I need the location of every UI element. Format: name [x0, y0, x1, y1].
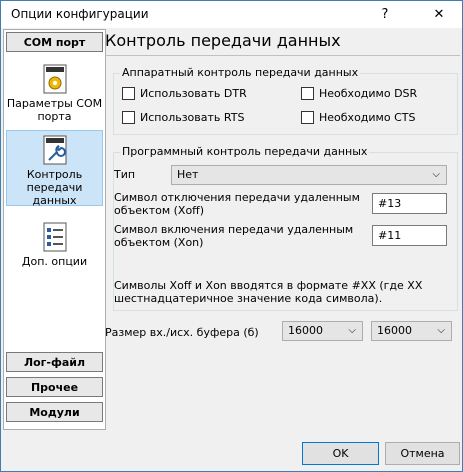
settings-doc-icon: [43, 64, 66, 94]
help-button[interactable]: ?: [363, 1, 407, 28]
window-title: Опции конфигурации: [11, 7, 149, 21]
input-buffer-select[interactable]: 16000 ⌵: [282, 321, 363, 341]
chevron-down-icon: ⌵: [348, 325, 356, 336]
checkbox-box[interactable]: [301, 87, 314, 100]
close-button[interactable]: ✕: [417, 1, 461, 28]
sidebar-item-extra-options[interactable]: Доп. опции: [6, 218, 103, 272]
sidebar-other-button[interactable]: Прочее: [6, 377, 103, 397]
checkbox-box[interactable]: [122, 111, 135, 124]
sidebar-item-flow-control[interactable]: Контроль передачи данных: [6, 130, 103, 207]
options-list-icon: [43, 222, 66, 252]
output-buffer-select[interactable]: 16000 ⌵: [371, 321, 452, 341]
need-cts-checkbox[interactable]: Необходимо CTS: [301, 111, 415, 124]
sidebar-item-com-params[interactable]: Параметры COM порта: [6, 60, 103, 128]
checkbox-label: Использовать RTS: [140, 111, 245, 124]
buffer-size-label: Размер вх./исх. буфера (б): [105, 326, 259, 339]
xon-label: Символ включения передачи удаленным объе…: [114, 223, 354, 249]
xoff-input[interactable]: #13: [372, 193, 447, 214]
sidebar-item-label: Параметры COM порта: [6, 97, 103, 123]
xoff-label: Символ отключения передачи удаленным объ…: [114, 191, 360, 217]
input-buffer-value: 16000: [288, 324, 323, 337]
type-select[interactable]: Нет ⌵: [171, 165, 447, 185]
sidebar-item-label: Контроль передачи данных: [26, 168, 83, 207]
use-dtr-checkbox[interactable]: Использовать DTR: [122, 87, 247, 100]
software-flow-group: Программный контроль передачи данных Тип…: [113, 145, 458, 311]
sidebar: COM порт Параметры COM порта Контроль пе…: [3, 29, 106, 430]
chevron-down-icon: ⌵: [437, 325, 445, 336]
page-title: Контроль передачи данных: [105, 31, 460, 56]
hardware-flow-group: Аппаратный контроль передачи данных Испо…: [113, 66, 458, 135]
config-window: Опции конфигурации ? ✕ COM порт Параметр…: [0, 0, 463, 472]
type-label: Тип: [114, 168, 136, 181]
sidebar-log-file-button[interactable]: Лог-файл: [6, 352, 103, 372]
checkbox-label: Необходимо DSR: [319, 87, 418, 100]
checkbox-label: Необходимо CTS: [319, 111, 416, 124]
type-select-value: Нет: [177, 168, 199, 181]
sidebar-com-port-button[interactable]: COM порт: [6, 32, 103, 52]
output-buffer-value: 16000: [377, 324, 412, 337]
checkbox-label: Использовать DTR: [140, 87, 247, 100]
sidebar-item-label: Доп. опции: [21, 255, 88, 268]
cancel-button[interactable]: Отмена: [385, 442, 460, 465]
software-group-label: Программный контроль передачи данных: [120, 145, 370, 158]
need-dsr-checkbox[interactable]: Необходимо DSR: [301, 87, 417, 100]
checkbox-box[interactable]: [301, 111, 314, 124]
format-note: Символы Xoff и Xon вводятся в формате #X…: [114, 279, 423, 305]
ok-button[interactable]: OK: [302, 442, 379, 465]
hardware-group-label: Аппаратный контроль передачи данных: [120, 66, 361, 79]
sidebar-modules-button[interactable]: Модули: [6, 402, 103, 422]
use-rts-checkbox[interactable]: Использовать RTS: [122, 111, 244, 124]
checkbox-box[interactable]: [122, 87, 135, 100]
wrench-doc-icon: [43, 135, 66, 165]
title-bar: Опции конфигурации ? ✕: [1, 1, 462, 28]
chevron-down-icon: ⌵: [432, 169, 440, 180]
xon-input[interactable]: #11: [372, 225, 447, 246]
